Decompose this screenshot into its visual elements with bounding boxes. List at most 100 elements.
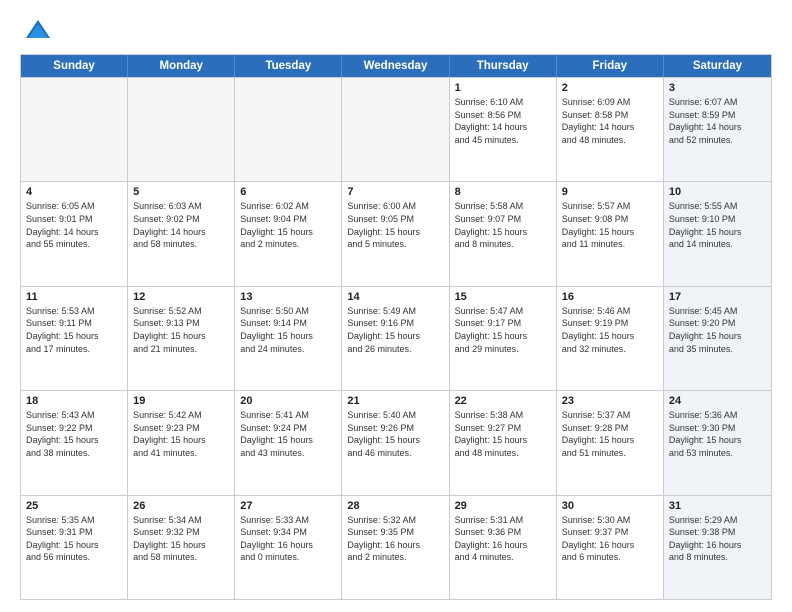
calendar-cell-18: 18 Sunrise: 5:43 AMSunset: 9:22 PMDayligh… bbox=[21, 391, 128, 494]
calendar-cell-29: 29Sunrise: 5:31 AMSunset: 9:36 PMDayligh… bbox=[450, 496, 557, 599]
cell-text: Sunrise: 6:02 AMSunset: 9:04 PMDaylight:… bbox=[240, 200, 336, 250]
day-number: 20 bbox=[240, 395, 336, 407]
calendar-cell-31: 31Sunrise: 5:29 AMSunset: 9:38 PMDayligh… bbox=[664, 496, 771, 599]
weekday-header-sunday: Sunday bbox=[21, 55, 128, 77]
day-number: 23 bbox=[562, 395, 658, 407]
day-number: 15 bbox=[455, 291, 551, 303]
calendar-cell-empty-3 bbox=[342, 78, 449, 181]
calendar-cell-3: 3 Sunrise: 6:07 AMSunset: 8:59 PMDaylight… bbox=[664, 78, 771, 181]
calendar-cell-2: 2 Sunrise: 6:09 AMSunset: 8:58 PMDaylight… bbox=[557, 78, 664, 181]
day-number: 8 bbox=[455, 186, 551, 198]
calendar-cell-11: 11 Sunrise: 5:53 AMSunset: 9:11 PMDayligh… bbox=[21, 287, 128, 390]
calendar-cell-empty-2 bbox=[235, 78, 342, 181]
day-number: 12 bbox=[133, 291, 229, 303]
calendar-cell-23: 23 Sunrise: 5:37 AMSunset: 9:28 PMDayligh… bbox=[557, 391, 664, 494]
cell-text: Sunrise: 6:10 AMSunset: 8:56 PMDaylight:… bbox=[455, 96, 551, 146]
day-number: 5 bbox=[133, 186, 229, 198]
cell-text: Sunrise: 6:09 AMSunset: 8:58 PMDaylight:… bbox=[562, 96, 658, 146]
day-number: 10 bbox=[669, 186, 766, 198]
day-number: 26 bbox=[133, 500, 229, 512]
day-number: 11 bbox=[26, 291, 122, 303]
cell-text: Sunrise: 5:46 AMSunset: 9:19 PMDaylight:… bbox=[562, 305, 658, 355]
day-number: 25 bbox=[26, 500, 122, 512]
cell-text: Sunrise: 5:30 AMSunset: 9:37 PMDaylight:… bbox=[562, 514, 658, 564]
calendar-row-1: 4 Sunrise: 6:05 AMSunset: 9:01 PMDaylight… bbox=[21, 181, 771, 285]
calendar-cell-30: 30 Sunrise: 5:30 AMSunset: 9:37 PMDayligh… bbox=[557, 496, 664, 599]
day-number: 4 bbox=[26, 186, 122, 198]
logo bbox=[20, 16, 52, 44]
day-number: 6 bbox=[240, 186, 336, 198]
cell-text: Sunrise: 5:36 AMSunset: 9:30 PMDaylight:… bbox=[669, 409, 766, 459]
calendar-cell-16: 16 Sunrise: 5:46 AMSunset: 9:19 PMDayligh… bbox=[557, 287, 664, 390]
cell-text: Sunrise: 5:53 AMSunset: 9:11 PMDaylight:… bbox=[26, 305, 122, 355]
calendar-cell-21: 21 Sunrise: 5:40 AMSunset: 9:26 PMDayligh… bbox=[342, 391, 449, 494]
cell-text: Sunrise: 5:49 AMSunset: 9:16 PMDaylight:… bbox=[347, 305, 443, 355]
calendar-cell-12: 12 Sunrise: 5:52 AMSunset: 9:13 PMDayligh… bbox=[128, 287, 235, 390]
calendar-cell-22: 22 Sunrise: 5:38 AMSunset: 9:27 PMDayligh… bbox=[450, 391, 557, 494]
cell-text: Sunrise: 5:50 AMSunset: 9:14 PMDaylight:… bbox=[240, 305, 336, 355]
day-number: 17 bbox=[669, 291, 766, 303]
calendar-cell-15: 15 Sunrise: 5:47 AMSunset: 9:17 PMDayligh… bbox=[450, 287, 557, 390]
cell-text: Sunrise: 6:03 AMSunset: 9:02 PMDaylight:… bbox=[133, 200, 229, 250]
calendar-cell-27: 27Sunrise: 5:33 AMSunset: 9:34 PMDayligh… bbox=[235, 496, 342, 599]
day-number: 28 bbox=[347, 500, 443, 512]
page: SundayMondayTuesdayWednesdayThursdayFrid… bbox=[0, 0, 792, 612]
calendar-cell-8: 8Sunrise: 5:58 AMSunset: 9:07 PMDaylight… bbox=[450, 182, 557, 285]
cell-text: Sunrise: 5:52 AMSunset: 9:13 PMDaylight:… bbox=[133, 305, 229, 355]
calendar-cell-24: 24 Sunrise: 5:36 AMSunset: 9:30 PMDayligh… bbox=[664, 391, 771, 494]
day-number: 16 bbox=[562, 291, 658, 303]
cell-text: Sunrise: 5:40 AMSunset: 9:26 PMDaylight:… bbox=[347, 409, 443, 459]
calendar-cell-empty-1 bbox=[128, 78, 235, 181]
calendar-cell-14: 14 Sunrise: 5:49 AMSunset: 9:16 PMDayligh… bbox=[342, 287, 449, 390]
weekday-header-thursday: Thursday bbox=[450, 55, 557, 77]
logo-icon bbox=[24, 16, 52, 44]
cell-text: Sunrise: 5:38 AMSunset: 9:27 PMDaylight:… bbox=[455, 409, 551, 459]
weekday-header-tuesday: Tuesday bbox=[235, 55, 342, 77]
cell-text: Sunrise: 5:37 AMSunset: 9:28 PMDaylight:… bbox=[562, 409, 658, 459]
calendar-cell-4: 4 Sunrise: 6:05 AMSunset: 9:01 PMDaylight… bbox=[21, 182, 128, 285]
cell-text: Sunrise: 5:31 AMSunset: 9:36 PMDaylight:… bbox=[455, 514, 551, 564]
calendar-cell-6: 6 Sunrise: 6:02 AMSunset: 9:04 PMDaylight… bbox=[235, 182, 342, 285]
weekday-header-friday: Friday bbox=[557, 55, 664, 77]
calendar-cell-19: 19Sunrise: 5:42 AMSunset: 9:23 PMDayligh… bbox=[128, 391, 235, 494]
cell-text: Sunrise: 5:47 AMSunset: 9:17 PMDaylight:… bbox=[455, 305, 551, 355]
day-number: 24 bbox=[669, 395, 766, 407]
calendar-cell-empty-0 bbox=[21, 78, 128, 181]
day-number: 9 bbox=[562, 186, 658, 198]
cell-text: Sunrise: 5:43 AMSunset: 9:22 PMDaylight:… bbox=[26, 409, 122, 459]
calendar-header: SundayMondayTuesdayWednesdayThursdayFrid… bbox=[21, 55, 771, 77]
cell-text: Sunrise: 5:34 AMSunset: 9:32 PMDaylight:… bbox=[133, 514, 229, 564]
calendar-row-3: 18 Sunrise: 5:43 AMSunset: 9:22 PMDayligh… bbox=[21, 390, 771, 494]
day-number: 30 bbox=[562, 500, 658, 512]
cell-text: Sunrise: 5:41 AMSunset: 9:24 PMDaylight:… bbox=[240, 409, 336, 459]
cell-text: Sunrise: 5:57 AMSunset: 9:08 PMDaylight:… bbox=[562, 200, 658, 250]
day-number: 21 bbox=[347, 395, 443, 407]
day-number: 13 bbox=[240, 291, 336, 303]
calendar-row-2: 11 Sunrise: 5:53 AMSunset: 9:11 PMDayligh… bbox=[21, 286, 771, 390]
weekday-header-wednesday: Wednesday bbox=[342, 55, 449, 77]
cell-text: Sunrise: 5:33 AMSunset: 9:34 PMDaylight:… bbox=[240, 514, 336, 564]
cell-text: Sunrise: 6:07 AMSunset: 8:59 PMDaylight:… bbox=[669, 96, 766, 146]
calendar-cell-28: 28 Sunrise: 5:32 AMSunset: 9:35 PMDayligh… bbox=[342, 496, 449, 599]
cell-text: Sunrise: 6:05 AMSunset: 9:01 PMDaylight:… bbox=[26, 200, 122, 250]
calendar-cell-25: 25Sunrise: 5:35 AMSunset: 9:31 PMDayligh… bbox=[21, 496, 128, 599]
cell-text: Sunrise: 5:32 AMSunset: 9:35 PMDaylight:… bbox=[347, 514, 443, 564]
day-number: 19 bbox=[133, 395, 229, 407]
calendar-cell-20: 20 Sunrise: 5:41 AMSunset: 9:24 PMDayligh… bbox=[235, 391, 342, 494]
calendar-cell-5: 5 Sunrise: 6:03 AMSunset: 9:02 PMDaylight… bbox=[128, 182, 235, 285]
day-number: 1 bbox=[455, 82, 551, 94]
calendar-cell-17: 17Sunrise: 5:45 AMSunset: 9:20 PMDayligh… bbox=[664, 287, 771, 390]
day-number: 3 bbox=[669, 82, 766, 94]
day-number: 18 bbox=[26, 395, 122, 407]
day-number: 7 bbox=[347, 186, 443, 198]
calendar: SundayMondayTuesdayWednesdayThursdayFrid… bbox=[20, 54, 772, 600]
day-number: 22 bbox=[455, 395, 551, 407]
weekday-header-saturday: Saturday bbox=[664, 55, 771, 77]
calendar-cell-13: 13 Sunrise: 5:50 AMSunset: 9:14 PMDayligh… bbox=[235, 287, 342, 390]
calendar-cell-9: 9 Sunrise: 5:57 AMSunset: 9:08 PMDaylight… bbox=[557, 182, 664, 285]
day-number: 2 bbox=[562, 82, 658, 94]
weekday-header-monday: Monday bbox=[128, 55, 235, 77]
calendar-cell-1: 1 Sunrise: 6:10 AMSunset: 8:56 PMDaylight… bbox=[450, 78, 557, 181]
day-number: 14 bbox=[347, 291, 443, 303]
calendar-cell-10: 10Sunrise: 5:55 AMSunset: 9:10 PMDayligh… bbox=[664, 182, 771, 285]
